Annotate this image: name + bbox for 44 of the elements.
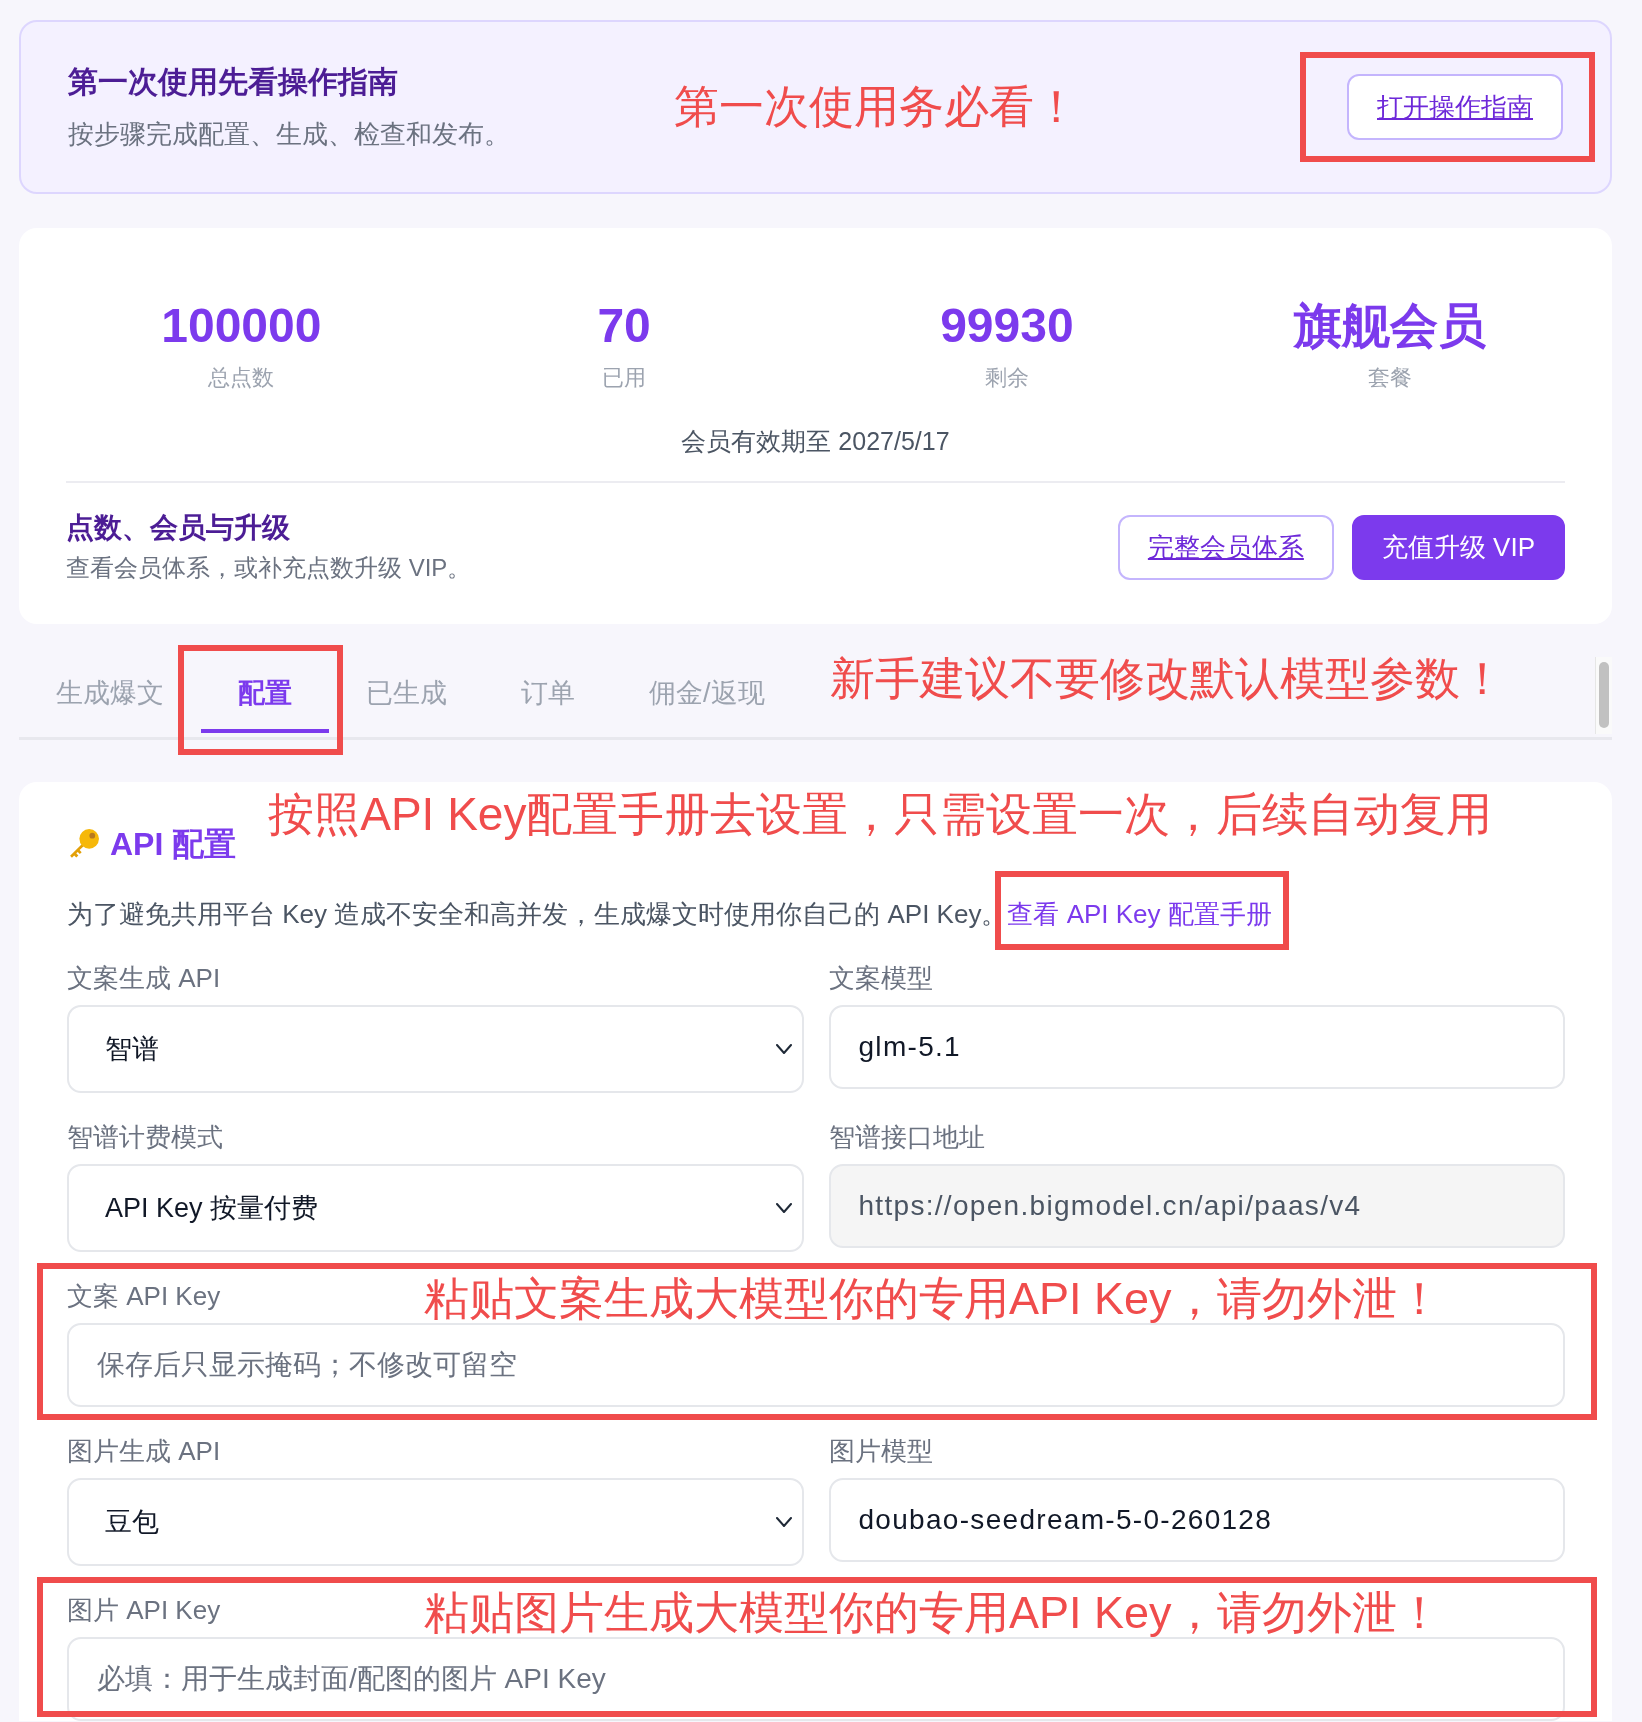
api-key-field[interactable]: 保存后只显示掩码；不修改可留空: [67, 1323, 1565, 1407]
stat-value: 100000: [161, 298, 322, 354]
stat-label: 总点数: [208, 364, 275, 392]
tab[interactable]: 配置: [201, 655, 329, 733]
select-field[interactable]: 豆包: [67, 1478, 804, 1566]
config-manual-link[interactable]: 查看 API Key 配置手册: [1007, 899, 1272, 929]
stat-value: 旗舰会员: [1293, 298, 1486, 354]
expiry-text: 会员有效期至 2027/5/17: [681, 426, 950, 457]
guide-title: 第一次使用先看操作指南: [68, 64, 398, 100]
annotation-text: 第一次使用务必看！: [674, 80, 1079, 134]
chevron-down-icon: [775, 1203, 792, 1213]
section-subtitle: 查看会员体系，或补充点数升级 VIP。: [66, 553, 472, 583]
scrollbar-thumb[interactable]: [1599, 662, 1609, 728]
membership-button[interactable]: 完整会员体系: [1117, 514, 1334, 580]
open-guide-button[interactable]: 打开操作指南: [1347, 74, 1563, 140]
field-label: 文案模型: [828, 962, 933, 995]
upgrade-vip-button[interactable]: 充值升级 VIP: [1351, 514, 1565, 580]
section-title: API 配置: [110, 825, 237, 864]
stat-label: 剩余: [984, 364, 1029, 392]
select-field[interactable]: API Key 按量付费: [67, 1164, 804, 1252]
text-field[interactable]: doubao-seedream-5-0-260128: [828, 1478, 1565, 1562]
field-label: 文案生成 API: [67, 962, 221, 995]
field-label: 文案 API Key: [67, 1280, 221, 1313]
field-label: 图片 API Key: [67, 1594, 221, 1627]
annotation-text: 新手建议不要修改默认模型参数！: [829, 652, 1505, 706]
api-key-field[interactable]: 必填：用于生成封面/配图的图片 API Key: [67, 1637, 1565, 1721]
stat-value: 99930: [940, 298, 1074, 354]
text-field[interactable]: glm-5.1: [828, 1005, 1565, 1089]
field-label: 图片生成 API: [67, 1435, 221, 1468]
field-label: 智谱计费模式: [67, 1121, 223, 1154]
stat-label: 已用: [602, 364, 647, 392]
section-title: 点数、会员与升级: [66, 511, 290, 545]
field-label: 图片模型: [828, 1435, 933, 1468]
annotation-text: 按照API Key配置手册去设置，只需设置一次，后续自动复用: [268, 787, 1493, 842]
chevron-down-icon: [775, 1517, 792, 1527]
select-field[interactable]: 智谱: [67, 1005, 804, 1093]
annotation-text: 粘贴图片生成大模型你的专用API Key，请勿外泄！: [424, 1586, 1442, 1640]
field-label: 智谱接口地址: [828, 1121, 985, 1154]
description-text: 为了避免共用平台 Key 造成不安全和高并发，生成爆文时使用你自己的 API Key。查看 API Key 配置手册: [67, 898, 1565, 930]
stat-label: 套餐: [1367, 364, 1412, 392]
stat-value: 70: [597, 298, 651, 354]
annotation-text: 粘贴文案生成大模型你的专用API Key，请勿外泄！: [424, 1272, 1442, 1326]
guide-subtitle: 按步骤完成配置、生成、检查和发布。: [68, 118, 510, 151]
chevron-down-icon: [775, 1044, 792, 1054]
